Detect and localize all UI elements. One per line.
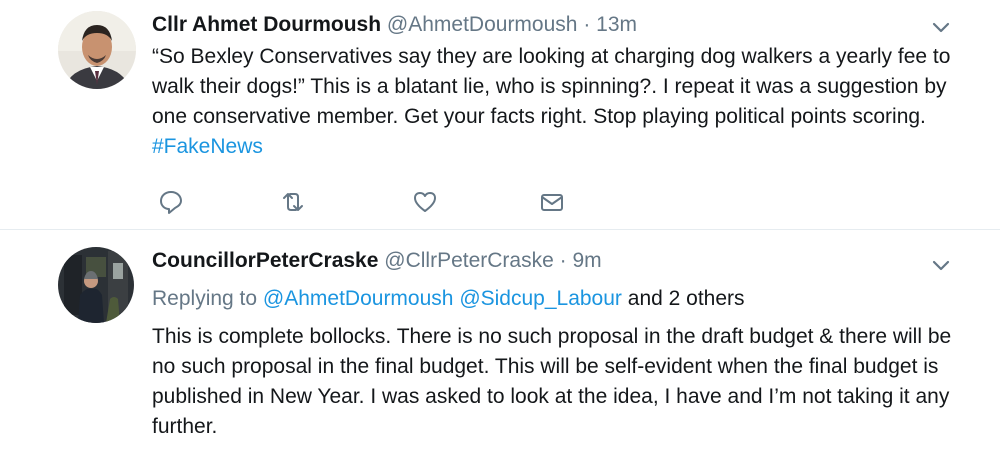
separator-dot: ·: [559, 249, 567, 272]
tweet[interactable]: CouncillorPeterCraske @CllrPeterCraske ·…: [0, 230, 1000, 450]
tweet-menu-button[interactable]: [928, 14, 954, 40]
tweet-actions: [0, 187, 1000, 219]
like-button[interactable]: [410, 187, 440, 217]
tweet-text: This is complete bollocks. There is no s…: [152, 325, 952, 438]
retweet-icon: [283, 193, 303, 211]
tweet-text-body: “So Bexley Conservatives say they are lo…: [152, 45, 951, 128]
tweet-menu-button[interactable]: [928, 252, 954, 278]
replying-others-link[interactable]: and 2 others: [628, 287, 745, 310]
timestamp[interactable]: 13m: [596, 13, 637, 36]
retweet-button[interactable]: [278, 187, 308, 217]
replying-to-label: Replying to: [152, 287, 258, 310]
user-handle[interactable]: @AhmetDourmoush: [387, 13, 578, 36]
display-name[interactable]: CouncillorPeterCraske: [152, 249, 378, 272]
separator-dot: ·: [583, 13, 591, 36]
timestamp[interactable]: 9m: [572, 249, 601, 272]
heart-icon: [414, 192, 436, 212]
avatar[interactable]: [58, 11, 136, 89]
tweet[interactable]: Cllr Ahmet Dourmoush @AhmetDourmoush · 1…: [0, 0, 1000, 229]
user-handle[interactable]: @CllrPeterCraske: [384, 249, 554, 272]
reply-icon: [160, 191, 182, 214]
display-name[interactable]: Cllr Ahmet Dourmoush: [152, 13, 381, 36]
tweet-header: Cllr Ahmet Dourmoush @AhmetDourmoush · 1…: [152, 12, 637, 38]
avatar[interactable]: [58, 247, 134, 323]
tweet-text: “So Bexley Conservatives say they are lo…: [152, 42, 952, 162]
hashtag-link[interactable]: #FakeNews: [152, 135, 263, 158]
reply-button[interactable]: [156, 187, 186, 217]
chevron-down-icon: [932, 260, 950, 271]
mention-link[interactable]: @AhmetDourmoush: [263, 287, 454, 310]
mention-link[interactable]: @Sidcup_Labour: [459, 287, 622, 310]
direct-message-button[interactable]: [537, 187, 567, 217]
chevron-down-icon: [932, 22, 950, 33]
envelope-icon: [541, 194, 563, 211]
tweet-header: CouncillorPeterCraske @CllrPeterCraske ·…: [152, 248, 602, 274]
replying-to-line: Replying to @AhmetDourmoush @Sidcup_Labo…: [152, 286, 745, 312]
